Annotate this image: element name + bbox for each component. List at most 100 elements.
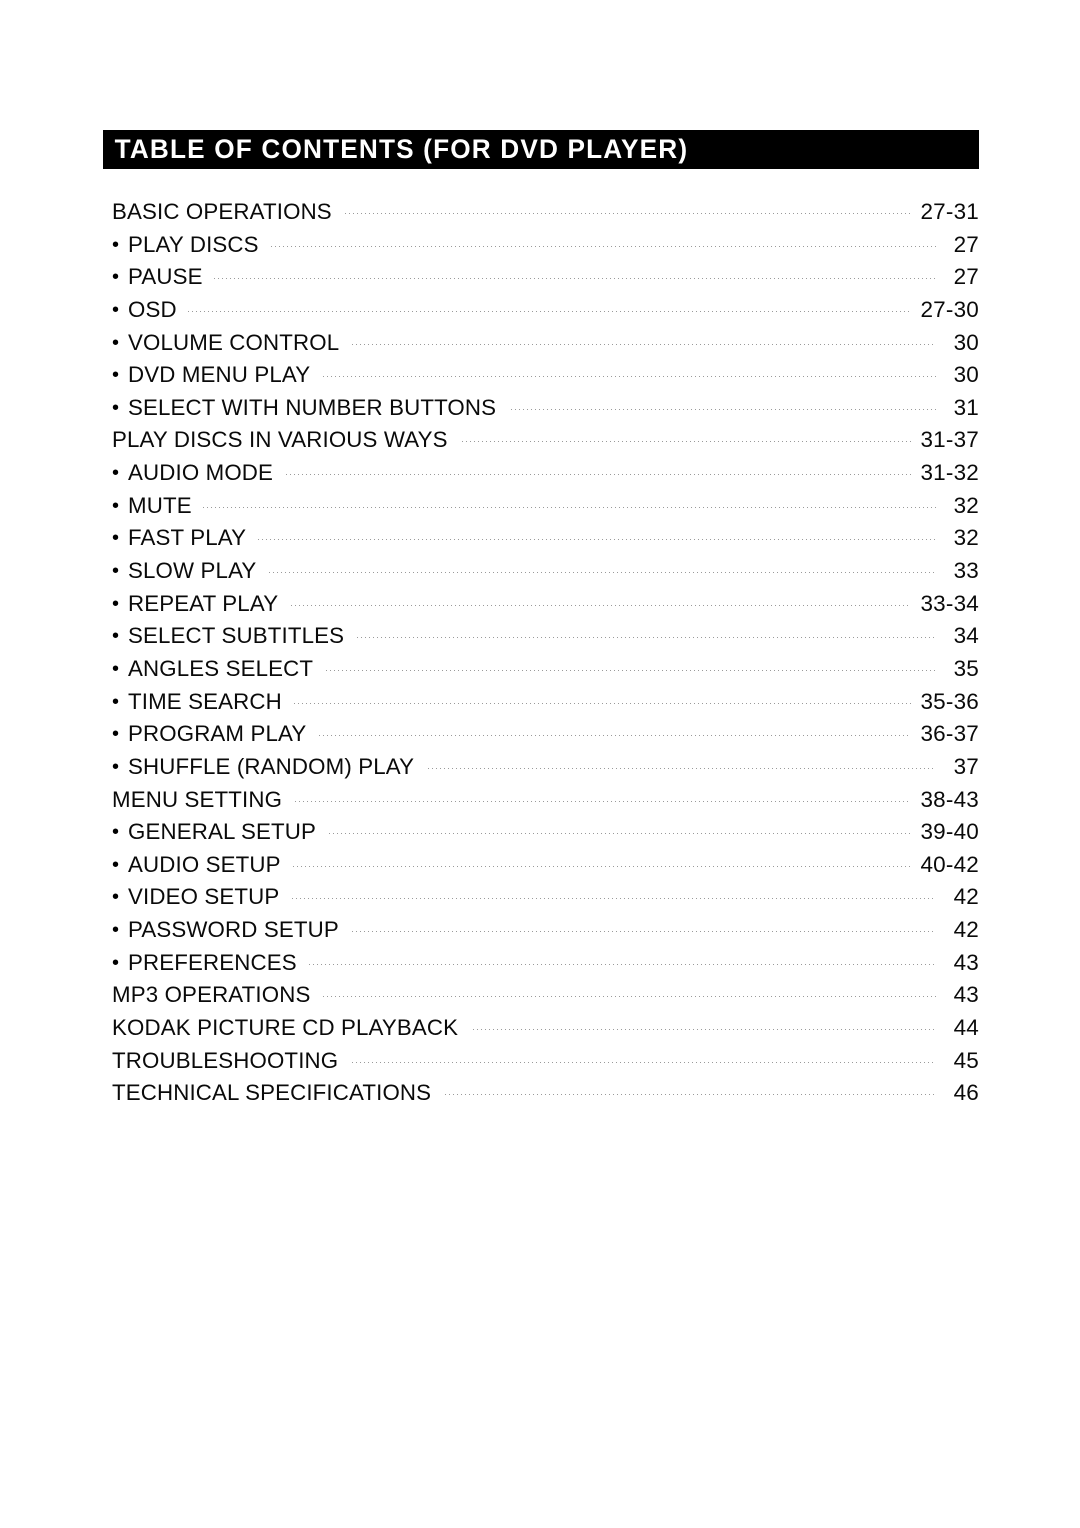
toc-entry-page-number: 45: [953, 1047, 979, 1073]
toc-entry[interactable]: • PAUSE 27: [112, 264, 979, 297]
toc-entry-label: REPEAT PLAY: [128, 590, 279, 616]
bullet-icon: •: [112, 396, 120, 419]
toc-entry[interactable]: • GENERAL SETUP 39-40: [112, 819, 979, 852]
toc-entry-page-number: 34: [953, 623, 979, 649]
bullet-icon: •: [112, 821, 120, 844]
toc-entry-label: VOLUME CONTROL: [128, 329, 340, 355]
toc-entry[interactable]: •PLAY DISCS IN VARIOUS WAYS31-37: [112, 427, 979, 460]
toc-entry-page-number: 43: [953, 982, 979, 1008]
toc-entry-page-number: 42: [953, 917, 979, 943]
dot-leader: [351, 931, 936, 933]
toc-entry[interactable]: • DVD MENU PLAY 30: [112, 362, 979, 395]
toc-entry[interactable]: •BASIC OPERATIONS27-31: [112, 199, 979, 232]
dot-leader: [203, 506, 936, 508]
toc-entry-page-number: 31-37: [920, 427, 979, 453]
toc-entry[interactable]: • FAST PLAY 32: [112, 525, 979, 558]
page-header-banner: TABLE OF CONTENTS (FOR DVD PLAYER): [103, 130, 979, 169]
toc-entry-page-number: 27: [953, 264, 979, 290]
toc-entry-label: SELECT WITH NUMBER BUTTONS: [128, 394, 497, 420]
toc-entry[interactable]: • OSD 27-30: [112, 297, 979, 330]
dot-leader: [309, 963, 936, 965]
toc-entry-page-number: 31: [953, 394, 979, 420]
toc-entry[interactable]: • ANGLES SELECT 35: [112, 656, 979, 689]
toc-entry[interactable]: • VIDEO SETUP 42: [112, 884, 979, 917]
dot-leader: [270, 245, 936, 247]
dot-leader: [351, 1061, 936, 1063]
bullet-icon: •: [112, 657, 120, 680]
toc-entry[interactable]: • AUDIO SETUP 40-42: [112, 852, 979, 885]
dot-leader: [352, 343, 936, 345]
toc-entry-page-number: 27: [953, 231, 979, 257]
toc-entry[interactable]: • VOLUME CONTROL 30: [112, 330, 979, 363]
dot-leader: [214, 278, 936, 280]
bullet-icon: •: [112, 494, 120, 517]
dot-leader: [323, 996, 936, 998]
toc-entry[interactable]: • PREFERENCES 43: [112, 950, 979, 983]
bullet-icon: •: [112, 886, 120, 909]
toc-entry[interactable]: • PASSWORD SETUP 42: [112, 917, 979, 950]
dot-leader: [326, 669, 936, 671]
dot-leader: [285, 474, 912, 476]
dot-leader: [294, 800, 912, 802]
toc-entry[interactable]: • PLAY DISCS 27: [112, 232, 979, 265]
dot-leader: [188, 310, 912, 312]
toc-entry-label: TROUBLESHOOTING: [112, 1047, 339, 1073]
toc-entry[interactable]: •KODAK PICTURE CD PLAYBACK44: [112, 1015, 979, 1048]
toc-entry[interactable]: • SHUFFLE (RANDOM) PLAY 37: [112, 754, 979, 787]
toc-entry-label: SLOW PLAY: [128, 558, 257, 584]
toc-entry-page-number: 37: [953, 753, 979, 779]
toc-entry-page-number: 32: [953, 492, 979, 518]
bullet-icon: •: [112, 233, 120, 256]
bullet-icon: •: [112, 755, 120, 778]
bullet-icon: •: [112, 951, 120, 974]
toc-entry-page-number: 39-40: [920, 819, 979, 845]
dot-leader: [268, 572, 936, 574]
toc-entry-label: TIME SEARCH: [128, 688, 282, 714]
toc-entry-label: VIDEO SETUP: [128, 884, 280, 910]
toc-entry[interactable]: • MUTE 32: [112, 493, 979, 526]
bullet-icon: •: [112, 690, 120, 713]
toc-entry-label: PASSWORD SETUP: [128, 917, 339, 943]
dot-leader: [345, 213, 912, 214]
toc-entry-label: KODAK PICTURE CD PLAYBACK: [112, 1015, 459, 1041]
toc-entry[interactable]: • SELECT WITH NUMBER BUTTONS 31: [112, 395, 979, 428]
toc-entry-page-number: 27-30: [920, 296, 979, 322]
toc-entry-page-number: 40-42: [920, 851, 979, 877]
toc-entry[interactable]: •TECHNICAL SPECIFICATIONS46: [112, 1080, 979, 1113]
bullet-icon: •: [112, 592, 120, 615]
toc-entry-page-number: 30: [953, 362, 979, 388]
bullet-icon: •: [112, 625, 120, 648]
toc-entry[interactable]: • AUDIO MODE 31-32: [112, 460, 979, 493]
toc-entry-label: OSD: [128, 296, 177, 322]
bullet-icon: •: [112, 919, 120, 942]
toc-entry-label: SHUFFLE (RANDOM) PLAY: [128, 753, 415, 779]
toc-entry[interactable]: • TIME SEARCH 35-36: [112, 689, 979, 722]
toc-entry-label: BASIC OPERATIONS: [112, 199, 332, 224]
dot-leader: [428, 767, 936, 769]
toc-entry[interactable]: • PROGRAM PLAY 36-37: [112, 721, 979, 754]
bullet-icon: •: [112, 331, 120, 354]
toc-entry-label: AUDIO MODE: [128, 460, 274, 486]
dot-leader: [319, 735, 912, 737]
dot-leader: [290, 604, 912, 606]
bullet-icon: •: [112, 364, 120, 387]
bullet-icon: •: [112, 723, 120, 746]
toc-entry[interactable]: •TROUBLESHOOTING45: [112, 1048, 979, 1081]
toc-entry-page-number: 35-36: [920, 688, 979, 714]
dot-leader: [258, 539, 936, 541]
toc-entry[interactable]: • SELECT SUBTITLES 34: [112, 623, 979, 656]
toc-entry-page-number: 43: [953, 949, 979, 975]
dot-leader: [461, 441, 912, 443]
toc-entry-label: MP3 OPERATIONS: [112, 982, 311, 1008]
toc-entry-page-number: 32: [953, 525, 979, 551]
toc-entry-page-number: 36-37: [920, 721, 979, 747]
toc-entry[interactable]: • REPEAT PLAY 33-34: [112, 591, 979, 624]
toc-entry-page-number: 27-31: [920, 199, 979, 224]
toc-entry-page-number: 31-32: [920, 460, 979, 486]
toc-entry-label: FAST PLAY: [128, 525, 247, 551]
toc-entry[interactable]: •MENU SETTING38-43: [112, 787, 979, 820]
toc-entry[interactable]: •MP3 OPERATIONS43: [112, 982, 979, 1015]
toc-entry[interactable]: • SLOW PLAY 33: [112, 558, 979, 591]
toc-entry-page-number: 44: [953, 1015, 979, 1041]
toc-entry-page-number: 35: [953, 655, 979, 681]
